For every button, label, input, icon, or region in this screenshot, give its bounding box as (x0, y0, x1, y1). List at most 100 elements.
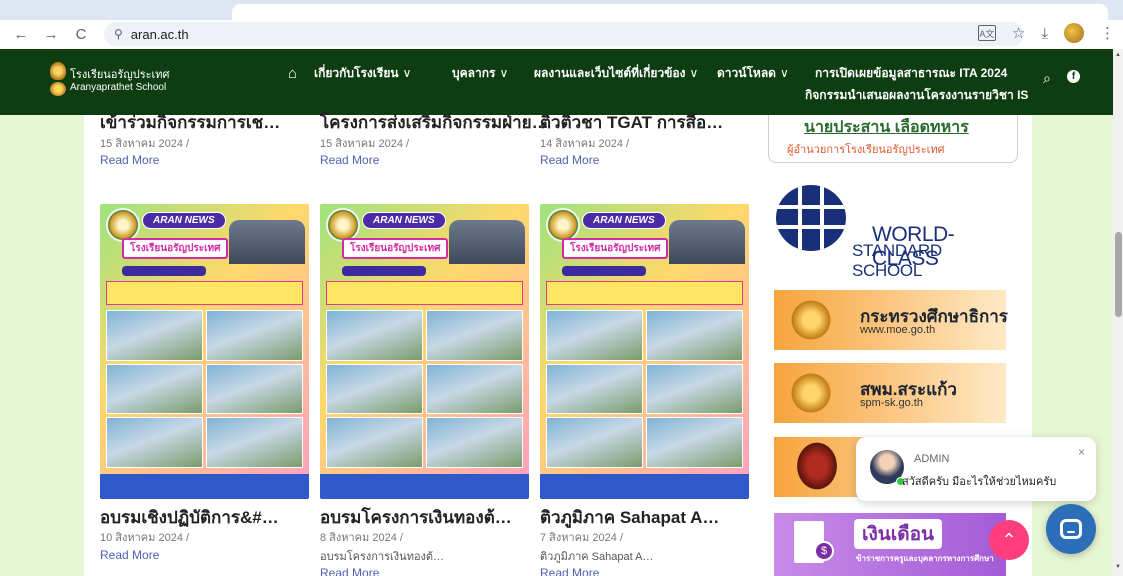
scroll-to-top-button[interactable]: ⌃ (989, 520, 1029, 560)
salary-subtitle: ข้าราชการครูและบุคลากรทางการศึกษา (856, 554, 994, 563)
post-thumbnail[interactable]: ARAN NEWS โรงเรียนอรัญประเทศ (540, 204, 749, 499)
reload-icon[interactable]: C (70, 23, 92, 45)
facebook-icon[interactable]: f (1067, 70, 1080, 83)
school-banner: โรงเรียนอรัญประเทศ (342, 238, 449, 259)
read-more-link[interactable]: Read More (100, 548, 159, 562)
home-icon[interactable]: ⌂ (288, 65, 297, 82)
spm-sk-banner[interactable]: สพม.สระแก้ว spm-sk.go.th (774, 363, 1006, 423)
school-emblem-icon (50, 82, 66, 96)
back-icon[interactable]: ← (10, 23, 32, 45)
chat-sender-name: ADMIN (914, 453, 950, 465)
active-tab[interactable] (232, 4, 1108, 20)
principal-name[interactable]: นายประสาน เลือดทหาร (804, 115, 969, 140)
chat-bubble-icon (1060, 519, 1082, 539)
post-date: 15 สิงหาคม 2024 / (320, 138, 410, 150)
coin-icon: $ (814, 541, 834, 561)
post-thumbnail[interactable]: ARAN NEWS โรงเรียนอรัญประเทศ (100, 204, 309, 499)
scroll-thumb[interactable] (1115, 232, 1122, 317)
scroll-down-icon[interactable]: ▼ (1115, 564, 1121, 570)
moe-emblem-icon (790, 296, 832, 344)
post-date: 14 สิงหาคม 2024 / (540, 138, 630, 150)
read-more-link[interactable]: Read More (320, 566, 379, 576)
browser-actions: A文 ☆ ⤓ ⋮ (977, 23, 1115, 43)
headline-strip (326, 281, 523, 305)
world-class-school-logo[interactable]: WORLD-CLASS STANDARD SCHOOL (776, 185, 1016, 280)
headline-strip (106, 281, 303, 305)
news-badge: ARAN NEWS (142, 212, 226, 229)
nav-works[interactable]: ผลงานและเว็บไซต์ที่เกี่ยวข้อง ∨ (534, 64, 698, 83)
nav-ita[interactable]: การเปิดเผยข้อมูลสาธารณะ ITA 2024 (815, 64, 1007, 83)
chevron-down-icon: ∨ (499, 66, 509, 80)
photo-grid (546, 310, 743, 468)
nav-label: ผลงานและเว็บไซต์ที่เกี่ยวข้อง (534, 66, 686, 80)
post-excerpt: ติวภูมิภาค Sahapat A… (540, 551, 654, 563)
profile-avatar[interactable] (1064, 23, 1084, 43)
globe-icon (776, 185, 846, 251)
school-banner: โรงเรียนอรัญประเทศ (562, 238, 669, 259)
search-icon[interactable]: ⌕ (1043, 70, 1051, 87)
forward-icon[interactable]: → (40, 23, 62, 45)
translate-icon[interactable]: A文 (977, 25, 996, 41)
photo-grid (106, 310, 303, 468)
banner-subtitle: www.moe.go.th (860, 324, 936, 336)
moe-banner[interactable]: กระทรวงศึกษาธิการ www.moe.go.th (774, 290, 1008, 350)
browser-tab-strip (0, 0, 1123, 20)
chevron-down-icon: ∨ (402, 66, 412, 80)
post-thumbnail[interactable]: ARAN NEWS โรงเรียนอรัญประเทศ (320, 204, 529, 499)
garuda-emblem-icon (794, 439, 840, 493)
staff-photo (669, 220, 745, 264)
address-bar[interactable]: ⚲ aran.ac.th (104, 22, 1024, 46)
page-scrollbar[interactable]: ▲ ▼ (1113, 49, 1123, 576)
post-title[interactable]: โครงการส่งเสริมกิจกรรมฝ่าย… (320, 109, 549, 136)
post-date: 8 สิงหาคม 2024 / (320, 532, 403, 544)
nav-label: บุคลากร (452, 66, 496, 80)
post-title[interactable]: ติวภูมิภาค Sahapat A… (540, 504, 719, 531)
chat-message: สวัสดีครับ มีอะไรให้ช่วยไหมครับ (902, 476, 1057, 488)
chat-launcher-button[interactable] (1046, 504, 1096, 554)
close-icon[interactable]: × (1078, 445, 1085, 459)
photo-grid (326, 310, 523, 468)
staff-photo (449, 220, 525, 264)
news-badge: ARAN NEWS (582, 212, 666, 229)
star-icon[interactable]: ☆ (1012, 24, 1025, 42)
nav-label: ดาวน์โหลด (717, 66, 776, 80)
school-emblem-icon (106, 208, 140, 242)
read-more-link[interactable]: Read More (100, 153, 159, 167)
nav-about[interactable]: เกี่ยวกับโรงเรียน ∨ (314, 64, 411, 83)
post-title[interactable]: ติวติวชา TGAT การสื่อ… (540, 109, 723, 136)
issue-strip (122, 266, 206, 276)
post-title[interactable]: เข้าร่วมกิจกรรมการเช… (100, 109, 280, 136)
headline-strip (546, 281, 743, 305)
salary-banner[interactable]: $ เงินเดือน ข้าราชการครูและบุคลากรทางการ… (774, 513, 1006, 576)
download-icon[interactable]: ⤓ (1041, 25, 1048, 42)
salary-title: เงินเดือน (854, 519, 942, 549)
nav-label: เกี่ยวกับโรงเรียน (314, 66, 399, 80)
chat-popup[interactable]: ADMIN สวัสดีครับ มีอะไรให้ช่วยไหมครับ × (856, 437, 1096, 501)
post-date: 15 สิงหาคม 2024 / (100, 138, 190, 150)
banner-subtitle: spm-sk.go.th (860, 397, 923, 409)
post-title[interactable]: อบรมโครงการเงินทองต้… (320, 504, 512, 531)
nav-download[interactable]: ดาวน์โหลด ∨ (717, 64, 789, 83)
post-title[interactable]: อบรมเชิงปฏิบัติการ&#… (100, 504, 279, 531)
chevron-down-icon: ∨ (779, 66, 789, 80)
browser-toolbar: ← → C ⚲ aran.ac.th A文 ☆ ⤓ ⋮ (0, 20, 1123, 48)
nav-personnel[interactable]: บุคลากร ∨ (452, 64, 508, 83)
site-header: โรงเรียนอรัญประเทศ Aranyaprathet School … (0, 49, 1113, 115)
read-more-link[interactable]: Read More (320, 153, 379, 167)
site-info-icon[interactable]: ⚲ (114, 27, 123, 41)
menu-icon[interactable]: ⋮ (1100, 24, 1115, 42)
issue-strip (562, 266, 646, 276)
thumbnail-footer (320, 474, 529, 499)
news-badge: ARAN NEWS (362, 212, 446, 229)
read-more-link[interactable]: Read More (540, 153, 599, 167)
url-text[interactable]: aran.ac.th (131, 27, 189, 42)
nav-is-projects[interactable]: กิจกรรมนำเสนอผลงานโครงงานรายวิชา IS (805, 86, 1028, 105)
read-more-link[interactable]: Read More (540, 566, 599, 576)
school-logo-icon[interactable] (50, 62, 66, 80)
brand-name-english[interactable]: Aranyaprathet School (70, 82, 166, 93)
scroll-up-icon[interactable]: ▲ (1115, 52, 1121, 58)
brand-name-thai[interactable]: โรงเรียนอรัญประเทศ (70, 65, 170, 83)
school-emblem-icon (326, 208, 360, 242)
post-excerpt: อบรมโครงการเงินทองต้… (320, 551, 445, 563)
staff-photo (229, 220, 305, 264)
